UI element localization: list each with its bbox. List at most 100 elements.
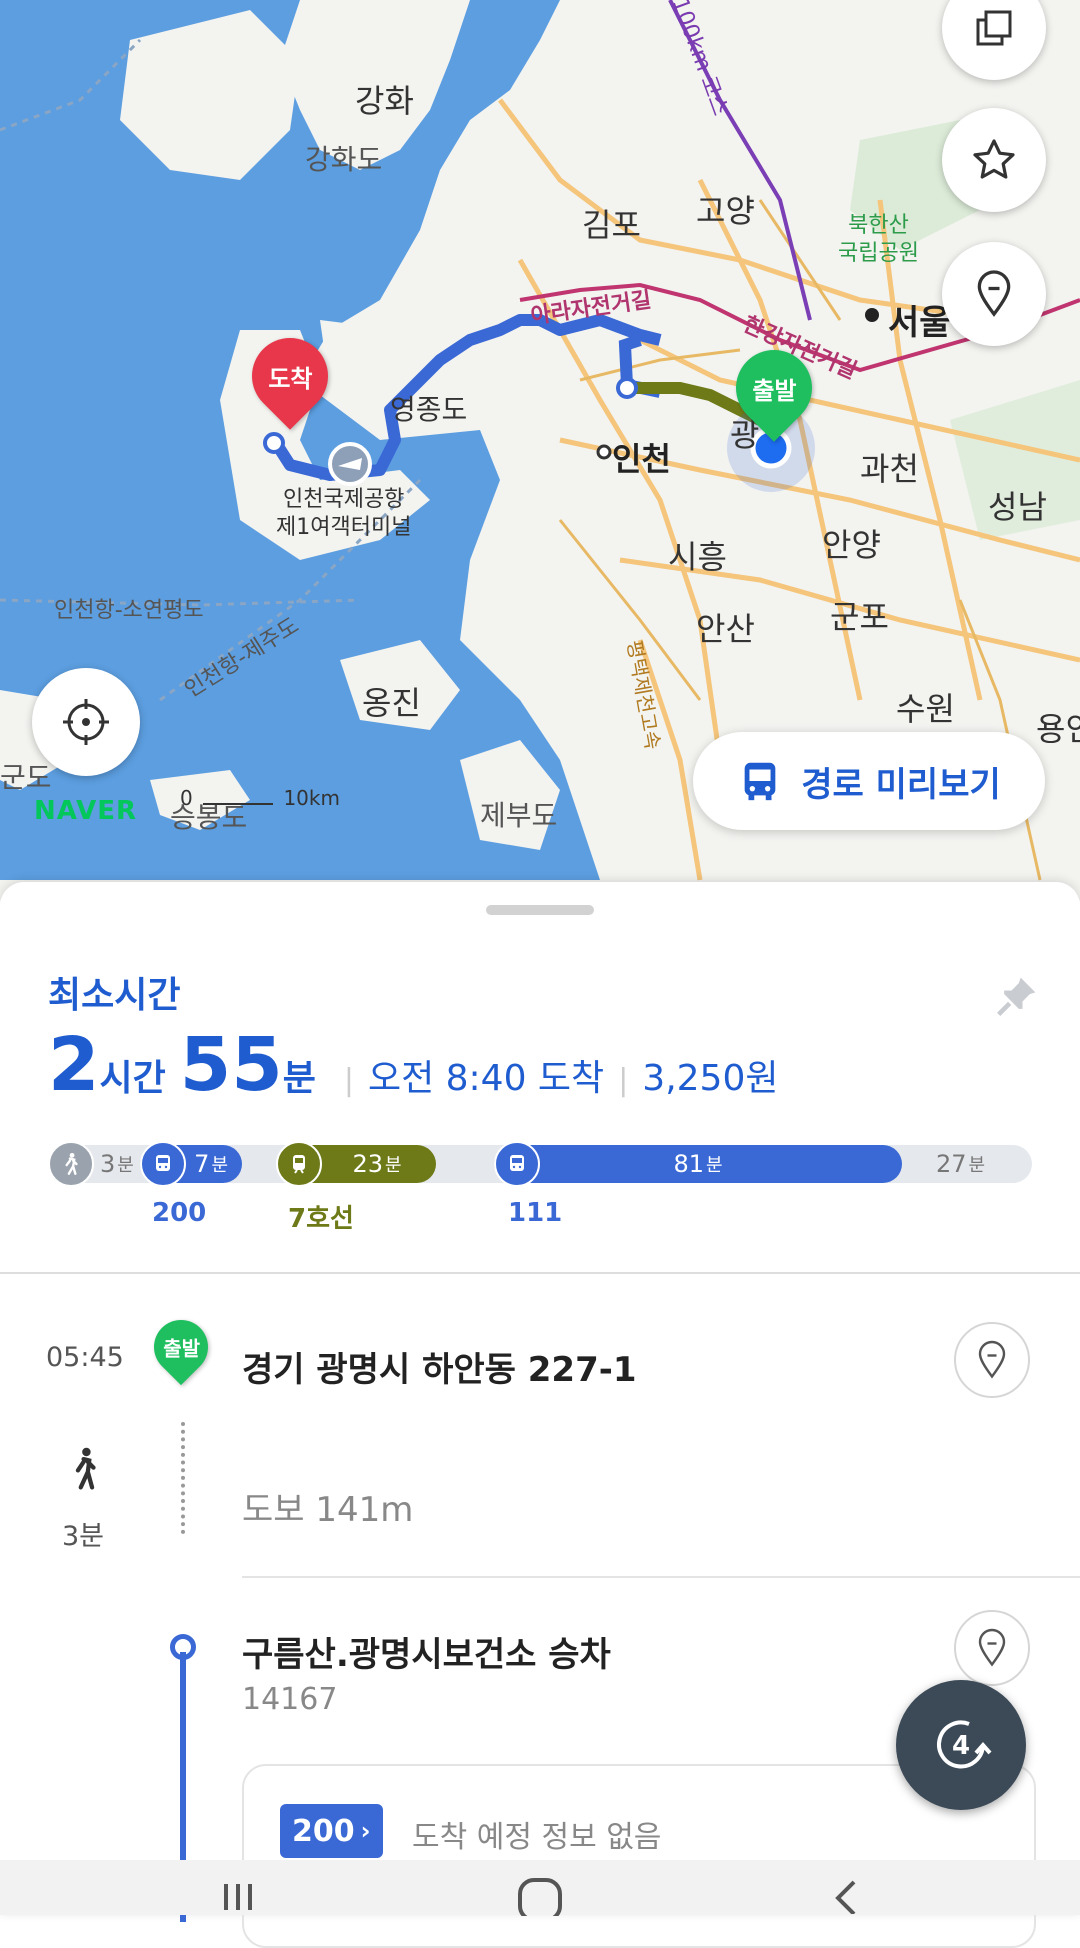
total-hours: 2 (48, 1022, 100, 1108)
subway-icon (293, 1155, 305, 1174)
walk-distance: 도보 141m (242, 1490, 414, 1530)
bus-111-minutes: 81 (673, 1150, 704, 1178)
subway-line-label: 7호선 (288, 1204, 354, 1234)
subway-segment-icon (276, 1141, 322, 1187)
walk-icon (65, 1152, 78, 1175)
walk-segment-unit: 분 (117, 1155, 134, 1176)
bus-segment-icon (140, 1141, 186, 1187)
boarding-stop-id: 14167 (242, 1682, 338, 1717)
home-icon[interactable] (516, 1876, 564, 1922)
map-pin-icon (978, 1340, 1006, 1379)
map-label-airport: 인천국제공항 제1여객터미널 (276, 487, 412, 540)
map-label-ganghwado: 강화도 (305, 143, 383, 176)
map-label-incheon: 인천 (612, 440, 671, 478)
map-label-goyang: 고양 (696, 192, 755, 230)
map-label-suwon: 수원 (896, 690, 955, 728)
place-button[interactable] (942, 242, 1046, 346)
walk-segment-time: 3분 (100, 1145, 134, 1183)
naver-logo: NAVER (34, 796, 138, 826)
map-label-gundo: 군도 (0, 761, 52, 794)
boarding-stop-name: 구름산.광명시보건소 승차 (242, 1635, 611, 1675)
map-label-siheung: 시흥 (668, 538, 727, 576)
arrival-pin-label: 도착 (267, 364, 313, 393)
chevron-right-icon: › (360, 1817, 371, 1845)
map-scale: 0 10km (180, 786, 340, 810)
sheet-drag-handle[interactable] (486, 905, 594, 915)
total-minutes: 55 (179, 1022, 283, 1108)
map-label-yongin: 용인 (1036, 710, 1080, 748)
start-badge: 출발 (142, 1308, 220, 1386)
map-label-anyang: 안양 (822, 526, 881, 564)
bus-number-tag[interactable]: 200 › (280, 1804, 383, 1858)
bus-icon (156, 1155, 170, 1171)
map-label-jebudo: 제부도 (480, 799, 558, 832)
start-address: 경기 광명시 하안동 227-1 (242, 1350, 637, 1390)
arrival-time: 오전 8:40 도착 (367, 1058, 605, 1099)
thumbtack-icon (997, 977, 1036, 1016)
map-label-seongnam: 성남 (988, 488, 1047, 526)
bus-111-unit: 분 (705, 1155, 723, 1176)
map-label-ferry-soyeonpyeong: 인천항-소연평도 (54, 598, 204, 623)
stop-location-button[interactable] (954, 1610, 1030, 1686)
walk-segment-icon (48, 1141, 94, 1187)
favorite-button[interactable] (942, 108, 1046, 212)
star-icon (973, 139, 1015, 179)
bus-icon (510, 1155, 524, 1171)
walk-icon (75, 1447, 96, 1490)
map-pin-icon (978, 1628, 1006, 1667)
scale-ten: 10km (283, 786, 340, 810)
final-walk-time: 27 분 (936, 1145, 985, 1183)
subway-minutes: 23 (352, 1150, 383, 1178)
system-navigation-bar (0, 1860, 1080, 1922)
walk-segment-minutes: 3 (100, 1150, 116, 1178)
bus-line-label: 111 (508, 1198, 563, 1228)
bus-200-minutes: 7 (194, 1150, 210, 1178)
fare: 3,250원 (642, 1058, 779, 1099)
final-walk-unit: 분 (968, 1155, 986, 1176)
refresh-button[interactable]: 4 (896, 1680, 1026, 1810)
step-divider (242, 1576, 1080, 1578)
final-walk-minutes: 27 (936, 1150, 967, 1178)
map-label-gimpo: 김포 (582, 206, 641, 244)
summary-separator: | (618, 1063, 629, 1098)
scale-zero: 0 (180, 786, 193, 810)
map-view[interactable]: 강화 강화도 김포 고양 북한산 국립공원 서울 영종도 인천 광 과천 성남 … (0, 0, 1080, 900)
route-mode-label: 최소시간 (48, 975, 181, 1016)
map-label-bukhansan: 북한산 국립공원 (838, 213, 919, 266)
start-badge-label: 출발 (162, 1336, 200, 1361)
walk-step-icon (68, 1446, 102, 1496)
minutes-unit: 분 (282, 1058, 316, 1099)
start-location-button[interactable] (954, 1322, 1030, 1398)
map-label-gunpo: 군포 (830, 598, 889, 636)
bus-icon (744, 762, 776, 801)
departure-pin-label: 출발 (751, 376, 797, 405)
recent-apps-icon[interactable] (218, 1880, 258, 1914)
refresh-icon: 4 (937, 1720, 992, 1769)
refresh-count: 4 (952, 1731, 970, 1761)
map-label-ongjin: 옹진 (362, 684, 421, 722)
route-preview-label: 경로 미리보기 (801, 764, 1001, 805)
map-label-gwacheon: 과천 (860, 450, 919, 488)
layers-icon (976, 10, 1012, 46)
bus-line-label: 200 (152, 1198, 207, 1228)
bus-segment-111[interactable]: 81 분 (494, 1145, 902, 1183)
scale-bar (203, 803, 274, 805)
route-preview-button[interactable]: 경로 미리보기 (693, 732, 1045, 830)
subway-unit: 분 (384, 1155, 402, 1176)
map-label-ganghwa: 강화 (355, 82, 414, 120)
map-pin-icon (977, 270, 1011, 317)
departure-time: 05:45 (46, 1342, 124, 1373)
route-summary: 2 시간 55 분 | 오전 8:40 도착 | 3,250원 (48, 1022, 778, 1108)
map-label-ansan: 안산 (696, 610, 755, 648)
walk-dotted-line (181, 1422, 185, 1534)
bus-arrival-info: 도착 예정 정보 없음 (412, 1820, 662, 1855)
current-location-button[interactable] (32, 668, 140, 776)
crosshair-icon (63, 699, 109, 745)
bus-segment-icon (494, 1141, 540, 1187)
back-icon[interactable] (826, 1878, 866, 1918)
map-label-seoul: 서울 (888, 303, 951, 343)
bus-200-unit: 분 (211, 1155, 228, 1176)
hours-unit: 시간 (99, 1058, 166, 1099)
pin-button[interactable] (995, 974, 1039, 1022)
summary-separator: | (343, 1063, 354, 1098)
